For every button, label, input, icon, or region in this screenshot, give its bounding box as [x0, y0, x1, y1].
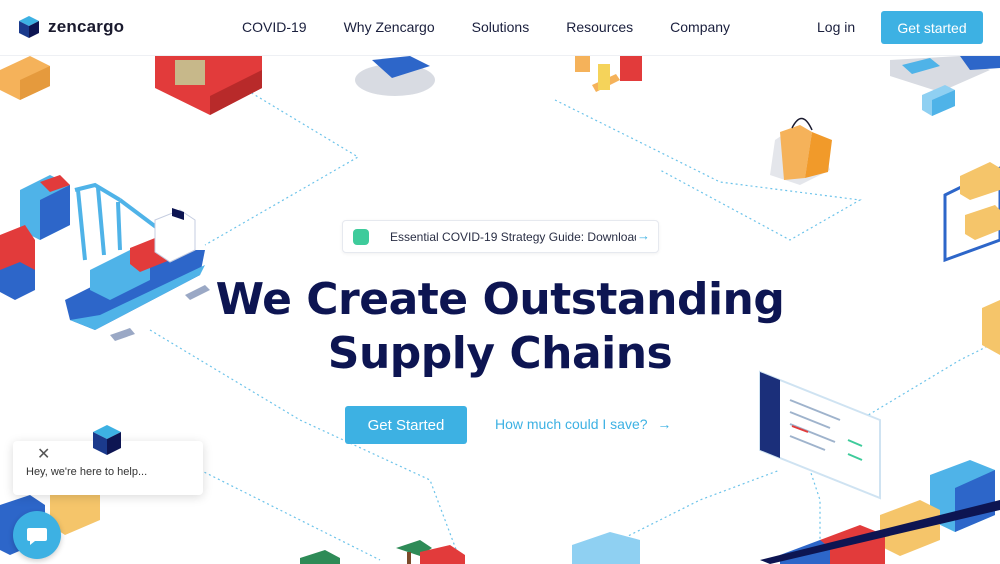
arrow-right-icon: →	[637, 228, 650, 243]
login-link[interactable]: Log in	[817, 19, 855, 35]
close-icon[interactable]: ✕	[37, 447, 50, 463]
main-nav: COVID-19 Why Zencargo Solutions Resource…	[242, 19, 767, 35]
savings-link[interactable]: How much could I save? →	[495, 416, 671, 432]
chat-avatar-cube-icon	[93, 425, 121, 455]
chat-icon	[27, 528, 47, 545]
logo-cube-icon	[19, 16, 39, 38]
chat-bubble-icon	[353, 229, 369, 245]
hero-title-line2: Supply Chains	[327, 328, 673, 379]
chat-launcher-button[interactable]	[13, 511, 61, 559]
logo[interactable]: zencargo	[18, 15, 124, 39]
nav-item-covid[interactable]: COVID-19	[242, 19, 307, 35]
savings-link-label: How much could I save?	[495, 416, 648, 432]
nav-item-solutions[interactable]: Solutions	[472, 19, 530, 35]
get-started-cta-button[interactable]: Get Started	[345, 406, 467, 444]
nav-item-resources[interactable]: Resources	[566, 19, 633, 35]
logo-text: zencargo	[48, 17, 125, 36]
hero-title-line1: We Create Outstanding	[215, 274, 785, 325]
arrow-right-icon: →	[657, 416, 672, 432]
site-header: zencargo COVID-19 Why Zencargo Solutions…	[0, 0, 1000, 56]
chat-message: Hey, we're here to help...	[26, 466, 148, 478]
nav-item-company[interactable]: Company	[670, 19, 730, 35]
announcement-text: Essential COVID-19 Strategy Guide: Downl…	[390, 230, 636, 244]
announcement-banner[interactable]: Essential COVID-19 Strategy Guide: Downl…	[342, 220, 659, 253]
hero-title: We Create Outstanding Supply Chains	[150, 273, 850, 381]
get-started-button[interactable]: Get started	[881, 11, 983, 44]
nav-item-why-zencargo[interactable]: Why Zencargo	[344, 19, 435, 35]
